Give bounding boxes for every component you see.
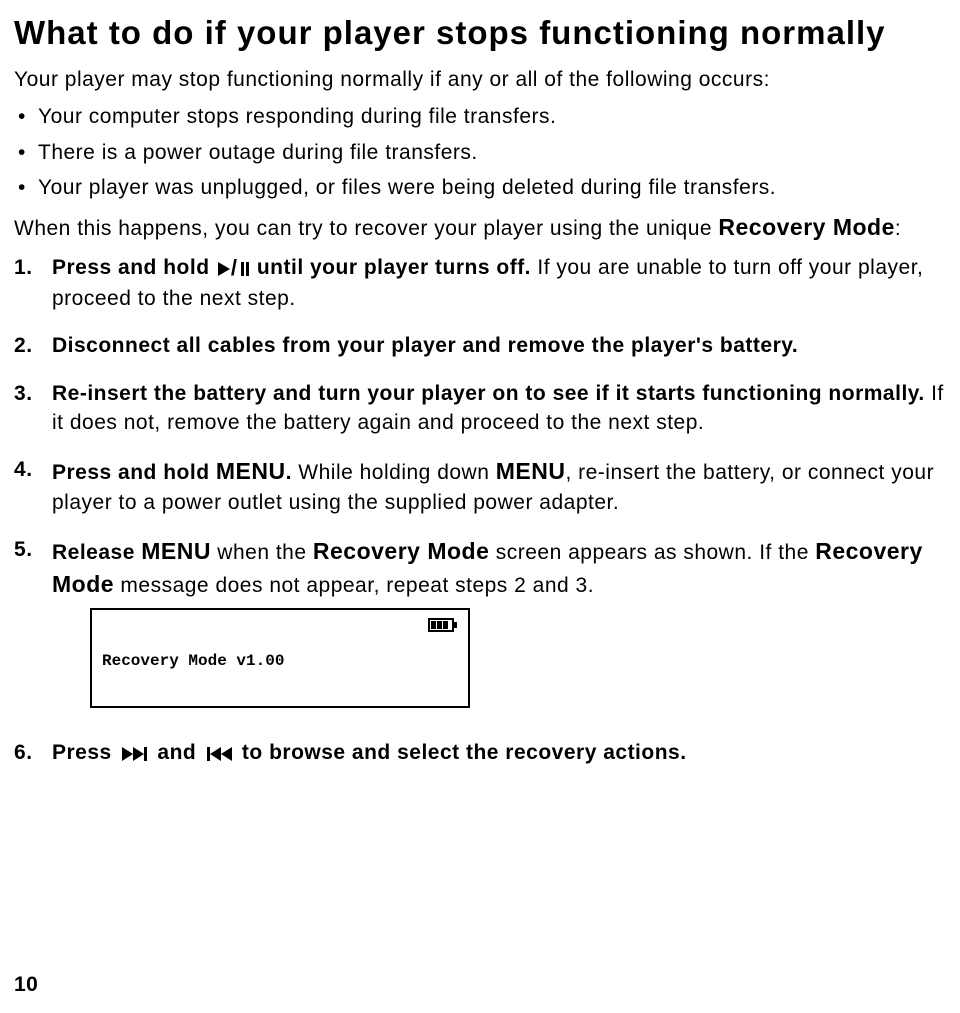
recovery-mode-term: Recovery Mode	[313, 538, 490, 564]
step-6-text-b: and	[151, 741, 203, 764]
menu-term: MENU	[141, 538, 211, 564]
play-pause-icon: /	[218, 253, 249, 284]
lead-in: When this happens, you can try to recove…	[14, 213, 952, 243]
list-item: There is a power outage during file tran…	[14, 139, 952, 166]
page-title: What to do if your player stops function…	[14, 14, 952, 52]
fast-forward-icon	[122, 747, 147, 761]
lead-in-part-a: When this happens, you can try to recove…	[14, 217, 718, 240]
step-4-text-a: Press and hold	[52, 461, 216, 484]
step-4: Press and hold MENU. While holding down …	[14, 455, 952, 517]
cause-list: Your computer stops responding during fi…	[14, 103, 952, 201]
device-screen: Recovery Mode v1.00	[90, 608, 470, 708]
menu-term: MENU	[216, 458, 286, 484]
step-4-text-b: .	[286, 461, 299, 484]
step-6: Press and to browse and select the recov…	[14, 738, 952, 767]
screen-text: Recovery Mode v1.00	[102, 650, 284, 672]
intro-text: Your player may stop functioning normall…	[14, 66, 952, 93]
step-3-text-a: Re-insert the battery and turn your play…	[52, 382, 931, 405]
step-5: Release MENU when the Recovery Mode scre…	[14, 535, 952, 708]
step-2: Disconnect all cables from your player a…	[14, 331, 952, 360]
step-5-text-a: Release	[52, 541, 141, 564]
menu-term: MENU	[496, 458, 566, 484]
list-item: Your player was unplugged, or files were…	[14, 174, 952, 201]
step-list: Press and hold / until your player turns…	[14, 253, 952, 767]
step-5-cont: when the Recovery Mode screen appears as…	[211, 541, 759, 564]
recovery-mode-term: Recovery Mode	[718, 214, 895, 240]
recovery-screen-illustration: Recovery Mode v1.00	[90, 608, 952, 708]
page-number: 10	[14, 973, 38, 997]
step-3: Re-insert the battery and turn your play…	[14, 379, 952, 438]
list-item: Your computer stops responding during fi…	[14, 103, 952, 130]
battery-icon	[428, 618, 454, 632]
rewind-icon	[207, 747, 232, 761]
step-6-text-a: Press	[52, 741, 118, 764]
step-1-text-a: Press and hold	[52, 256, 216, 279]
step-1: Press and hold / until your player turns…	[14, 253, 952, 313]
step-6-text-c: to browse and select the recovery action…	[236, 741, 687, 764]
lead-in-part-c: :	[895, 217, 901, 240]
step-1-text-b: until your player turns off.	[251, 256, 538, 279]
